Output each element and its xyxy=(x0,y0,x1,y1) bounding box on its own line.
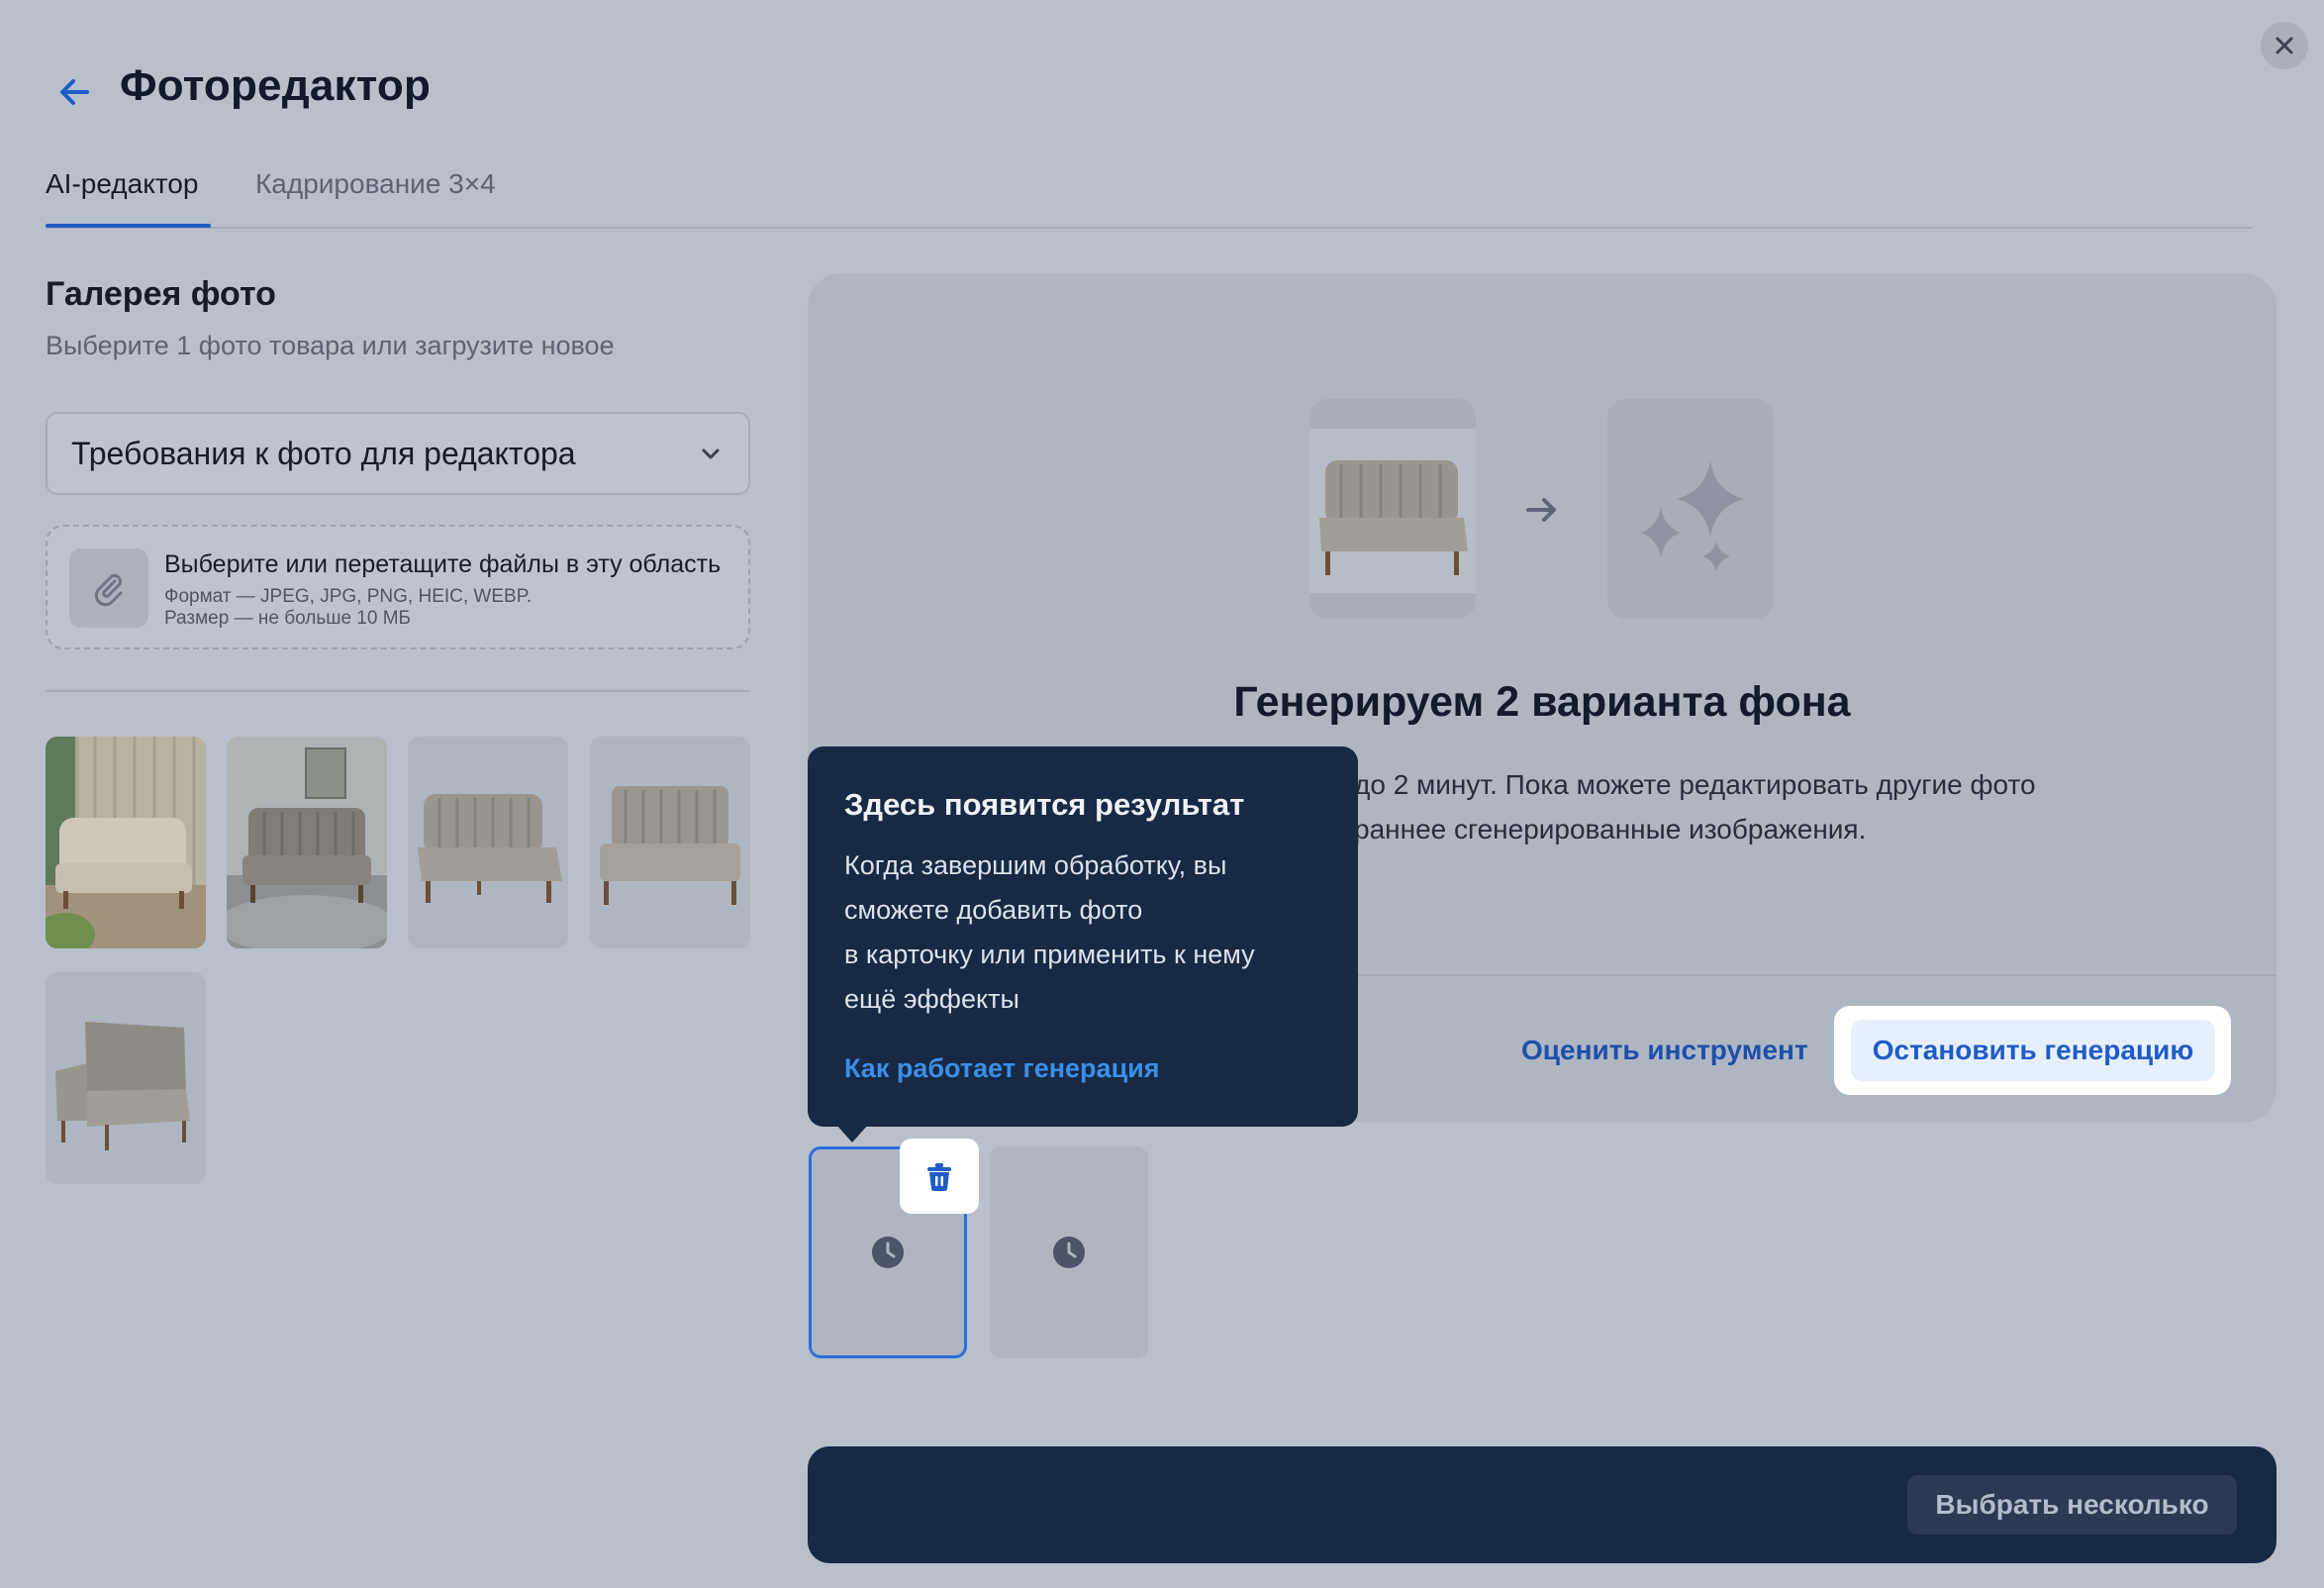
result-slot-2[interactable] xyxy=(990,1146,1148,1358)
gallery-thumbnail[interactable] xyxy=(46,737,206,948)
close-button[interactable] xyxy=(2261,22,2308,69)
active-tab-indicator xyxy=(46,224,211,228)
gallery-thumbnail[interactable] xyxy=(590,737,750,948)
tooltip-body-line: в карточку или применить к нему xyxy=(844,940,1255,969)
back-arrow-icon[interactable] xyxy=(53,71,95,113)
generated-photo-placeholder xyxy=(1607,399,1774,619)
source-photo-preview xyxy=(1309,399,1476,619)
how-generation-works-link[interactable]: Как работает генерация xyxy=(844,1053,1160,1084)
rate-tool-link[interactable]: Оценить инструмент xyxy=(1521,1035,1808,1066)
upload-title: Выберите или перетащите файлы в эту обла… xyxy=(164,550,722,578)
tooltip-body-line: Когда завершим обработку, вы xyxy=(844,850,1227,880)
gallery-thumbnail[interactable] xyxy=(227,737,387,948)
clock-icon xyxy=(872,1237,904,1268)
tooltip-body-line: сможете добавить фото xyxy=(844,895,1143,925)
trash-icon xyxy=(927,1163,951,1191)
tooltip-body-line: ещё эффекты xyxy=(844,984,1019,1014)
photo-requirements-dropdown[interactable]: Требования к фото для редактора xyxy=(46,412,750,495)
arrow-right-icon xyxy=(1524,495,1560,530)
generation-title: Генерируем 2 варианта фона xyxy=(1233,678,1851,726)
generation-subtitle-line: до 2 минут. Пока можете редактировать др… xyxy=(1354,769,2036,800)
tooltip-body: Когда завершим обработку, вы сможете доб… xyxy=(844,844,1329,1022)
page-title: Фоторедактор xyxy=(120,61,432,110)
tabs-divider xyxy=(46,227,2253,229)
tooltip-arrow xyxy=(836,1125,868,1142)
chevron-down-icon xyxy=(702,448,720,459)
gallery-title: Галерея фото xyxy=(46,275,276,313)
sparkles-icon xyxy=(1641,459,1744,572)
generation-subtitle: до 2 минут. Пока можете редактировать др… xyxy=(1354,762,2036,851)
tab-ai-editor[interactable]: AI-редактор xyxy=(46,168,198,200)
paperclip-icon xyxy=(69,548,148,628)
gallery-divider xyxy=(46,690,750,692)
gallery-thumbnail[interactable] xyxy=(46,972,206,1184)
upload-size-hint: Размер — не больше 10 МБ xyxy=(164,608,412,629)
generation-subtitle-line: раннее сгенерированные изображения. xyxy=(1354,814,1867,844)
gallery-subtitle: Выберите 1 фото товара или загрузите нов… xyxy=(46,331,615,360)
clock-icon xyxy=(1053,1237,1085,1268)
photo-requirements-label: Требования к фото для редактора xyxy=(71,435,576,471)
tab-crop-3x4[interactable]: Кадрирование 3×4 xyxy=(255,168,496,200)
upload-format-hint: Формат — JPEG, JPG, PNG, HEIC, WEBP. xyxy=(164,586,533,607)
stop-generation-button[interactable]: Остановить генерацию xyxy=(1851,1020,2215,1081)
select-multiple-button[interactable]: Выбрать несколько xyxy=(1907,1475,2237,1535)
tooltip-title: Здесь появится результат xyxy=(844,787,1245,822)
file-upload-dropzone[interactable]: Выберите или перетащите файлы в эту обла… xyxy=(46,525,750,649)
close-icon xyxy=(2276,37,2293,54)
gallery-thumbnail[interactable] xyxy=(408,737,568,948)
delete-result-button[interactable] xyxy=(900,1139,979,1214)
